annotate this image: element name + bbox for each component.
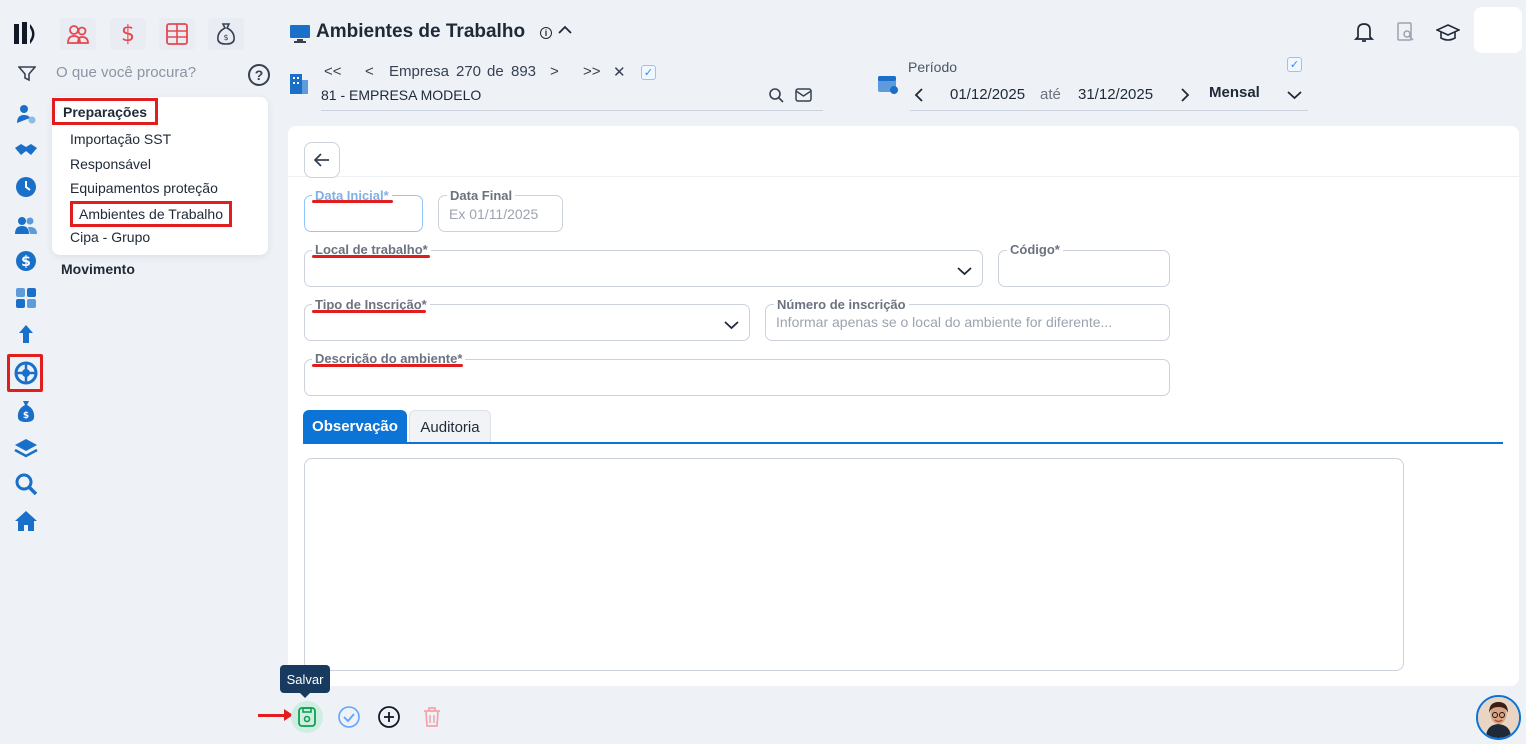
required-underline — [312, 364, 463, 367]
logo-icon[interactable] — [12, 20, 40, 48]
user-menu-button[interactable] — [1474, 7, 1522, 53]
info-icon[interactable]: i — [540, 27, 552, 39]
menu-item-cipa[interactable]: Cipa - Grupo — [70, 229, 150, 245]
help-icon[interactable]: ? — [248, 64, 270, 86]
spreadsheet-icon[interactable] — [159, 18, 195, 50]
dollar-icon[interactable]: $ — [12, 247, 40, 275]
search-icon[interactable] — [768, 87, 784, 108]
chevron-down-icon[interactable] — [1287, 87, 1302, 105]
card-divider — [288, 176, 1519, 177]
back-button[interactable] — [304, 142, 340, 178]
required-underline — [312, 200, 393, 203]
trash-icon[interactable] — [418, 703, 446, 731]
periodo-start[interactable]: 01/12/2025 — [950, 86, 1025, 103]
calculator-icon[interactable] — [12, 284, 40, 312]
home-icon[interactable] — [12, 507, 40, 535]
search-input[interactable]: O que você procura? — [56, 64, 196, 81]
add-icon[interactable] — [375, 703, 403, 731]
upload-icon[interactable] — [12, 321, 40, 349]
people-icon[interactable] — [60, 18, 96, 50]
data-final-label: Data Final — [447, 188, 516, 203]
empresa-current: 270 — [456, 63, 482, 80]
tab-auditoria[interactable]: Auditoria — [409, 410, 491, 443]
chevron-down-icon[interactable] — [724, 317, 739, 335]
empresa-label: Empresa — [389, 63, 450, 80]
graduation-cap-icon[interactable] — [1435, 23, 1461, 48]
bell-icon[interactable] — [1353, 21, 1375, 48]
periodo-checkbox[interactable]: ✓ — [1287, 57, 1302, 72]
settings-cog-icon[interactable] — [12, 359, 40, 387]
monitor-icon — [289, 24, 311, 49]
calendar-icon — [877, 73, 899, 100]
periodo-end[interactable]: 31/12/2025 — [1078, 86, 1153, 103]
tab-observacao[interactable]: Observação — [303, 410, 407, 443]
empresa-of: de — [487, 63, 504, 80]
menu-item-importacao-sst[interactable]: Importação SST — [70, 131, 171, 147]
menu-item-equipamentos[interactable]: Equipamentos proteção — [70, 180, 218, 196]
tab-underline — [303, 442, 1503, 444]
user-gear-icon[interactable] — [12, 100, 40, 128]
menu-item-responsavel[interactable]: Responsável — [70, 156, 151, 172]
search-icon[interactable] — [12, 470, 40, 498]
periodo-underline — [910, 110, 1308, 111]
svg-text:$: $ — [223, 33, 228, 42]
menu-section-title[interactable]: Preparações — [52, 98, 159, 125]
first-button[interactable]: << — [324, 63, 342, 80]
numero-inscricao-placeholder: Informar apenas se o local do ambiente f… — [776, 314, 1113, 330]
mail-icon[interactable] — [795, 88, 812, 107]
users-icon[interactable] — [12, 211, 40, 239]
empresa-total: 893 — [511, 63, 537, 80]
filter-icon[interactable] — [17, 66, 37, 87]
confirm-icon[interactable] — [335, 703, 363, 731]
building-icon — [289, 72, 309, 101]
chevron-up-icon[interactable] — [558, 22, 572, 38]
menu-section-movimento[interactable]: Movimento — [61, 261, 135, 277]
required-underline — [312, 310, 426, 313]
handshake-icon[interactable] — [12, 136, 40, 164]
empresa-underline — [321, 110, 823, 111]
avatar[interactable] — [1476, 695, 1521, 740]
data-final-placeholder: Ex 01/11/2025 — [449, 206, 539, 222]
codigo-label: Código* — [1007, 242, 1063, 257]
money-bag-icon[interactable]: $ — [12, 397, 40, 425]
periodo-mode[interactable]: Mensal — [1209, 84, 1260, 101]
prev-period-icon[interactable] — [914, 88, 924, 107]
menu-item-ambientes[interactable]: Ambientes de Trabalho — [70, 201, 232, 227]
periodo-ate: até — [1040, 86, 1061, 103]
empresa-name: 81 - EMPRESA MODELO — [321, 87, 482, 103]
page-title: Ambientes de Trabalho — [316, 21, 526, 42]
numero-inscricao-label: Número de inscrição — [774, 297, 909, 312]
close-icon[interactable]: ✕ — [613, 63, 626, 81]
required-underline — [312, 255, 430, 258]
clock-icon[interactable] — [12, 173, 40, 201]
next-period-icon[interactable] — [1180, 88, 1190, 107]
dollar-icon[interactable]: $ — [110, 18, 146, 50]
last-button[interactable]: >> — [583, 63, 601, 80]
save-button[interactable] — [291, 701, 323, 733]
svg-text:$: $ — [23, 411, 29, 421]
document-search-icon[interactable] — [1397, 22, 1415, 47]
money-bag-icon[interactable]: $ — [208, 18, 244, 50]
save-tooltip: Salvar — [280, 665, 330, 698]
empresa-checkbox[interactable]: ✓ — [641, 65, 656, 80]
observacao-textarea[interactable] — [304, 458, 1404, 671]
next-button[interactable]: > — [550, 63, 559, 80]
svg-text:$: $ — [21, 254, 31, 270]
prev-button[interactable]: < — [365, 63, 374, 80]
layers-icon[interactable] — [12, 434, 40, 462]
periodo-label: Período — [908, 59, 958, 75]
chevron-down-icon[interactable] — [957, 263, 972, 281]
